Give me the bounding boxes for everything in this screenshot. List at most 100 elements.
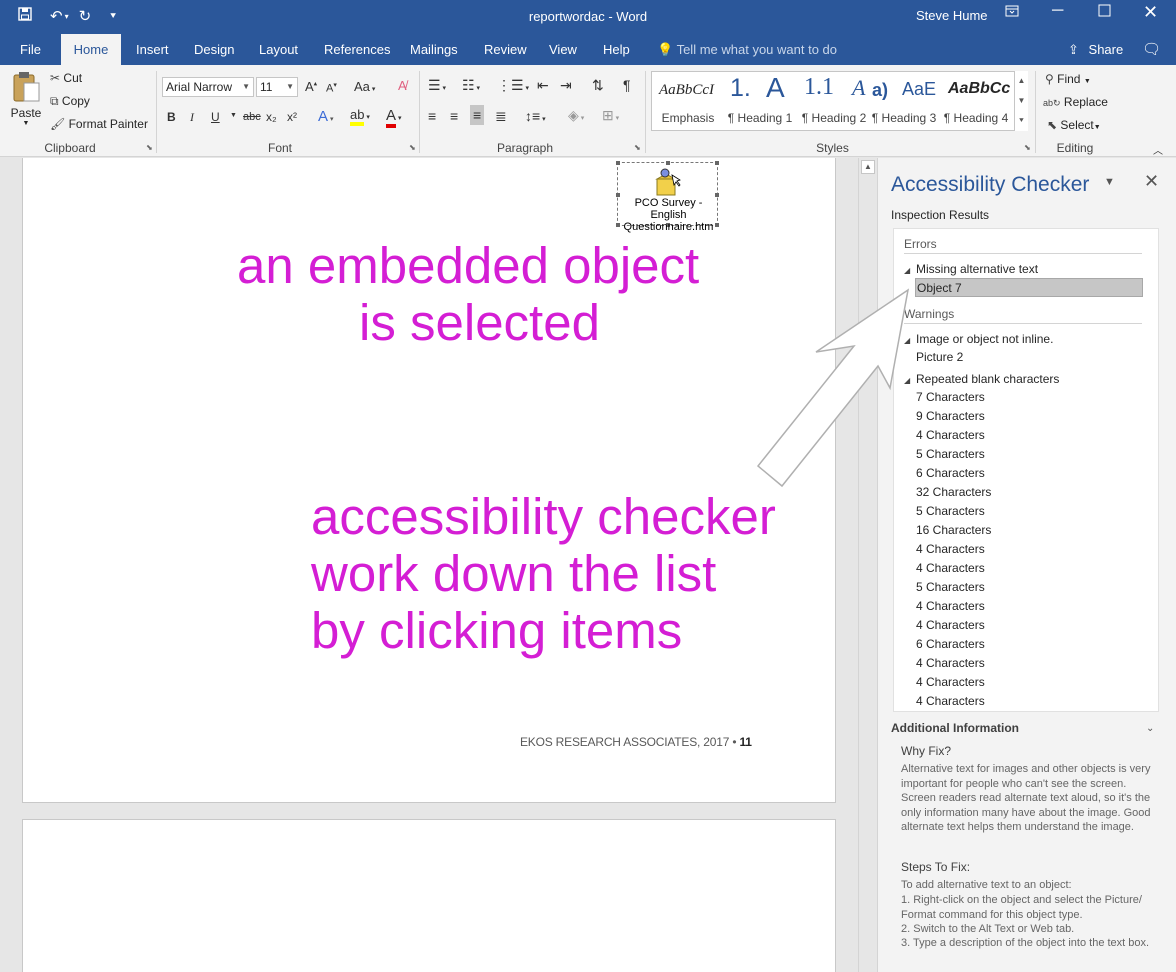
justify-icon[interactable]: ≣ [495, 108, 507, 125]
grow-font-icon[interactable]: A▴ [305, 79, 317, 94]
paragraph-launcher-icon[interactable]: ⬊ [634, 143, 641, 152]
list-item[interactable]: 5 Characters [915, 502, 1143, 521]
expanded-triangle-icon[interactable]: ◢ [904, 266, 916, 275]
user-name[interactable]: Steve Hume [916, 8, 988, 23]
clear-formatting-icon[interactable]: A̸ [398, 78, 407, 93]
share-button[interactable]: ⇪ Share [1068, 42, 1123, 58]
maximize-icon[interactable] [1098, 4, 1111, 22]
tab-layout[interactable]: Layout [249, 34, 308, 65]
numbering-icon[interactable]: ☷ ▾ [462, 77, 480, 94]
additional-information-heading[interactable]: Additional Information [891, 721, 1019, 735]
chevron-down-icon[interactable]: ⌄ [1146, 723, 1154, 734]
text-effects-icon[interactable]: A ▾ [318, 108, 333, 125]
line-spacing-icon[interactable]: ↕≡ ▾ [525, 108, 546, 124]
decrease-indent-icon[interactable]: ⇤ [537, 77, 549, 94]
pane-options-icon[interactable]: ▼ [1104, 176, 1115, 188]
inspection-results-list[interactable]: Errors ◢ Missing alternative text Object … [893, 228, 1159, 712]
align-center-icon[interactable]: ≡ [450, 108, 458, 124]
tab-home[interactable]: Home [61, 34, 121, 65]
list-item[interactable]: 4 Characters [915, 616, 1143, 635]
comments-icon[interactable]: 🗨 [1142, 40, 1161, 58]
issue-picture-2[interactable]: Picture 2 [915, 348, 1143, 367]
tell-me-search[interactable]: 💡 Tell me what you want to do [657, 42, 837, 58]
rule-repeated-blank[interactable]: ◢ Repeated blank characters [904, 372, 1059, 386]
close-window-icon[interactable]: ✕ [1143, 2, 1158, 23]
change-case-icon[interactable]: Aa ▾ [354, 79, 375, 94]
list-item[interactable]: 4 Characters [915, 654, 1143, 673]
styles-launcher-icon[interactable]: ⬊ [1024, 143, 1031, 152]
gallery-scroll-down-icon[interactable]: ▼ [1014, 91, 1028, 111]
list-item[interactable]: 4 Characters [915, 540, 1143, 559]
cut-button[interactable]: ✂ Cut [50, 71, 82, 85]
copy-button[interactable]: ⧉ Copy [50, 94, 90, 109]
list-item[interactable]: 6 Characters [915, 464, 1143, 483]
rule-not-inline[interactable]: ◢ Image or object not inline. [904, 332, 1053, 346]
list-item[interactable]: 4 Characters [915, 426, 1143, 445]
ribbon-display-options-icon[interactable] [1005, 4, 1019, 23]
list-item[interactable]: 4 Characters [915, 559, 1143, 578]
list-item[interactable]: 32 Characters [915, 483, 1143, 502]
style-heading-1[interactable]: 1. ¶ Heading 1 [724, 72, 796, 130]
sort-icon[interactable]: ⇅ [592, 77, 604, 94]
font-size-combo[interactable]: 11 ▼ [256, 77, 298, 97]
list-item[interactable]: 4 Characters [915, 597, 1143, 616]
list-item[interactable]: 6 Characters [915, 635, 1143, 654]
underline-dropdown-icon[interactable]: ▼ [230, 112, 237, 119]
font-color-icon[interactable]: A ▾ [386, 107, 401, 128]
bold-button[interactable]: B [167, 110, 176, 124]
tab-insert[interactable]: Insert [126, 34, 179, 65]
multilevel-list-icon[interactable]: ⋮☰ ▾ [497, 77, 529, 94]
embedded-object[interactable]: PCO Survey - English Questionnaire.htm [616, 161, 719, 233]
resize-handle[interactable] [715, 161, 719, 165]
list-item[interactable]: 5 Characters [915, 578, 1143, 597]
select-button[interactable]: ⬉ Select▼ [1047, 118, 1101, 132]
shading-icon[interactable]: ◈ ▾ [568, 107, 584, 124]
gallery-scroll-up-icon[interactable]: ▲ [1014, 71, 1028, 91]
style-emphasis[interactable]: AaBbCcI Emphasis [652, 72, 724, 130]
subscript-button[interactable]: x₂ [266, 110, 277, 124]
tab-design[interactable]: Design [184, 34, 244, 65]
document-page-next[interactable] [22, 819, 836, 972]
gallery-more-icon[interactable]: ⯆ [1014, 111, 1028, 131]
highlight-color-icon[interactable]: ab ▾ [350, 107, 370, 126]
list-item[interactable]: 4 Characters [915, 673, 1143, 692]
align-left-icon[interactable]: ≡ [428, 108, 436, 124]
format-painter-button[interactable]: 🖌 Format Painter [50, 117, 148, 131]
font-name-combo[interactable]: Arial Narrow ▼ [162, 77, 254, 97]
list-item[interactable]: 7 Characters [915, 388, 1143, 407]
collapse-ribbon-icon[interactable]: ︿ [1153, 142, 1163, 157]
tab-references[interactable]: References [314, 34, 400, 65]
find-button[interactable]: ⚲ Find ▼ [1045, 72, 1091, 86]
list-item[interactable]: 16 Characters [915, 521, 1143, 540]
tab-file[interactable]: File [10, 34, 51, 65]
scroll-up-icon[interactable]: ▲ [861, 160, 875, 174]
document-page[interactable]: PCO Survey - English Questionnaire.htm a… [22, 158, 836, 803]
tab-view[interactable]: View [539, 34, 587, 65]
resize-handle[interactable] [666, 161, 670, 165]
minimize-icon[interactable]: ─ [1052, 2, 1063, 20]
list-item[interactable]: 5 Characters [915, 445, 1143, 464]
replace-button[interactable]: ab↻ Replace [1043, 95, 1108, 109]
shrink-font-icon[interactable]: A▾ [326, 81, 337, 95]
italic-button[interactable]: I [190, 110, 194, 125]
align-right-icon[interactable]: ≡ [470, 105, 485, 125]
list-item[interactable]: 9 Characters [915, 407, 1143, 426]
issue-object-7[interactable]: Object 7 [915, 278, 1143, 297]
list-item[interactable]: 4 Characters [915, 692, 1143, 711]
show-formatting-icon[interactable]: ¶ [623, 77, 631, 93]
strikethrough-button[interactable]: abc [243, 111, 261, 123]
rule-missing-alt-text[interactable]: ◢ Missing alternative text [904, 262, 1038, 276]
tab-review[interactable]: Review [474, 34, 537, 65]
underline-button[interactable]: U [211, 110, 220, 124]
resize-handle[interactable] [616, 161, 620, 165]
bullets-icon[interactable]: ☰ ▾ [428, 77, 446, 94]
close-icon[interactable]: ✕ [1144, 171, 1159, 192]
tab-help[interactable]: Help [593, 34, 640, 65]
borders-icon[interactable]: ⊞ ▾ [602, 107, 619, 124]
tab-mailings[interactable]: Mailings [400, 34, 468, 65]
font-launcher-icon[interactable]: ⬊ [409, 143, 416, 152]
clipboard-launcher-icon[interactable]: ⬊ [146, 143, 153, 152]
style-aae[interactable]: AaE [902, 72, 942, 130]
superscript-button[interactable]: x² [287, 110, 297, 124]
increase-indent-icon[interactable]: ⇥ [560, 77, 572, 94]
